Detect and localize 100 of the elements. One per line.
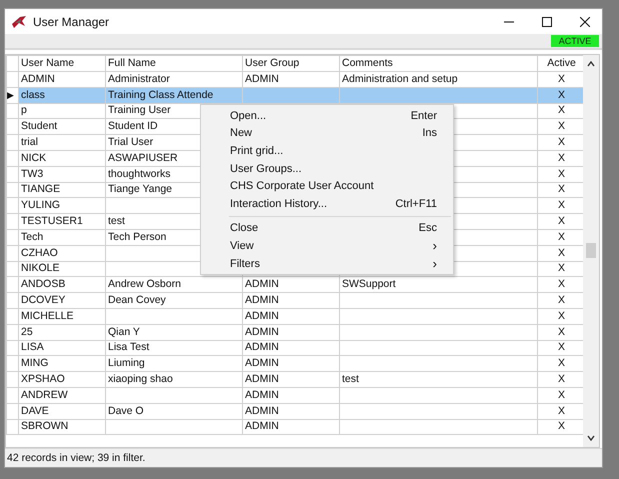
scroll-down-icon[interactable] — [587, 435, 595, 441]
user-name-cell: TIANGE — [21, 183, 60, 196]
active-cell: X — [558, 294, 565, 306]
user-group-cell: ADMIN — [245, 310, 279, 322]
user-name-cell: LISA — [21, 341, 44, 354]
user-name-cell: MING — [21, 357, 48, 370]
user-name-cell: YULING — [21, 199, 60, 212]
active-cell: X — [558, 278, 565, 290]
menu-item[interactable]: Close Esc — [201, 220, 453, 238]
column-header[interactable]: Comments — [340, 56, 538, 72]
full-name-cell: Andrew Osborn — [108, 278, 181, 290]
full-name-cell: Tiange Yange — [108, 183, 172, 196]
active-cell: X — [558, 388, 565, 401]
menu-item[interactable]: View › — [201, 237, 453, 255]
user-group-cell: ADMIN — [245, 420, 279, 432]
full-name-cell: ASWAPIUSER — [108, 152, 178, 164]
scrollbar[interactable] — [583, 55, 599, 447]
user-name-cell: NICK — [21, 152, 46, 164]
user-group-cell: ADMIN — [245, 404, 279, 417]
user-group-cell: ADMIN — [245, 278, 279, 290]
user-name-cell: MICHELLE — [21, 310, 74, 322]
user-name-cell: ADMIN — [21, 72, 55, 85]
active-cell: X — [558, 152, 565, 164]
full-name-cell: Training Class Attende — [108, 88, 214, 101]
status-badge: ACTIVE — [551, 35, 599, 47]
full-name-cell: Administrator — [108, 72, 170, 85]
active-cell: X — [558, 262, 565, 274]
user-name-cell: XPSHAO — [21, 373, 65, 386]
full-name-cell: Dave O — [108, 404, 144, 417]
app-logo-icon — [11, 14, 27, 28]
maximize-icon[interactable] — [542, 16, 552, 26]
active-cell: X — [558, 88, 565, 101]
full-name-cell: Dean Covey — [108, 294, 166, 306]
comments-cell: SWSupport — [342, 278, 396, 290]
menu-item[interactable]: Print grid... — [201, 142, 453, 160]
full-name-cell: Lisa Test — [108, 341, 150, 354]
user-name-cell: trial — [21, 136, 38, 148]
user-name-cell: NIKOLE — [21, 262, 60, 274]
active-cell: X — [558, 246, 565, 259]
user-name-cell: TESTUSER1 — [21, 215, 83, 228]
active-cell: X — [558, 199, 565, 212]
column-header[interactable]: User Group — [242, 56, 340, 72]
active-cell: X — [558, 230, 565, 243]
full-name-cell: thoughtworks — [108, 168, 170, 180]
full-name-cell: Tech Person — [108, 230, 166, 243]
user-group-cell: ADMIN — [245, 388, 279, 401]
user-name-cell: Student — [21, 120, 58, 132]
active-cell: X — [558, 72, 565, 85]
active-cell: X — [558, 136, 565, 148]
active-cell: X — [558, 120, 565, 132]
user-name-cell: DCOVEY — [21, 294, 66, 306]
comments-cell: test — [342, 373, 359, 386]
user-name-cell: SBROWN — [21, 420, 68, 432]
user-name-cell: class — [21, 88, 45, 101]
menu-item[interactable]: Interaction History... Ctrl+F11 — [201, 194, 453, 213]
full-name-cell: Liuming — [108, 357, 145, 370]
menu-item[interactable]: CHS Corporate User Account — [201, 177, 453, 195]
full-name-cell: Qian Y — [108, 326, 140, 338]
full-name-cell: Training User — [108, 104, 171, 116]
active-cell: X — [558, 373, 565, 386]
menu-item[interactable]: New Ins — [201, 124, 453, 142]
menu-item[interactable]: Open... Enter — [201, 107, 453, 125]
full-name-cell: xiaoping shao — [108, 373, 173, 386]
user-group-cell: ADMIN — [245, 72, 279, 85]
user-name-cell: CZHAO — [21, 246, 58, 259]
user-name-cell: DAVE — [21, 404, 49, 417]
active-cell: X — [558, 183, 565, 196]
full-name-cell: Student ID — [108, 120, 158, 132]
user-name-cell: ANDREW — [21, 388, 68, 401]
active-cell: X — [558, 420, 565, 432]
user-name-cell: p — [21, 104, 27, 116]
full-name-cell: Trial User — [108, 136, 154, 148]
user-group-cell: ADMIN — [245, 326, 279, 338]
user-name-cell: 25 — [21, 326, 33, 338]
menu-item[interactable]: User Groups... — [201, 160, 453, 178]
user-name-cell: ANDOSB — [21, 278, 66, 290]
comments-cell: Administration and setup — [342, 72, 458, 85]
user-group-cell: ADMIN — [245, 294, 279, 306]
column-header[interactable]: User Name — [18, 56, 106, 72]
full-name-cell: test — [108, 215, 125, 228]
scroll-thumb[interactable] — [586, 243, 596, 258]
active-cell: X — [558, 168, 565, 180]
close-icon[interactable] — [580, 16, 590, 26]
active-cell: X — [558, 341, 565, 354]
active-cell: X — [558, 104, 565, 116]
user-name-cell: Tech — [21, 230, 44, 243]
user-group-cell: ADMIN — [245, 373, 279, 386]
active-cell: X — [558, 357, 565, 370]
window-title: User Manager — [33, 14, 110, 28]
active-cell: X — [558, 215, 565, 228]
column-header[interactable]: Full Name — [106, 56, 242, 72]
active-cell: X — [558, 310, 565, 322]
status-text: 42 records in view; 39 in filter. — [7, 452, 146, 464]
user-group-cell: ADMIN — [245, 357, 279, 370]
menu-item[interactable]: Filters › — [201, 254, 453, 272]
user-name-cell: TW3 — [21, 168, 44, 180]
active-cell: X — [558, 326, 565, 338]
scroll-up-icon[interactable] — [587, 61, 595, 67]
user-group-cell: ADMIN — [245, 341, 279, 354]
active-cell: X — [558, 404, 565, 417]
